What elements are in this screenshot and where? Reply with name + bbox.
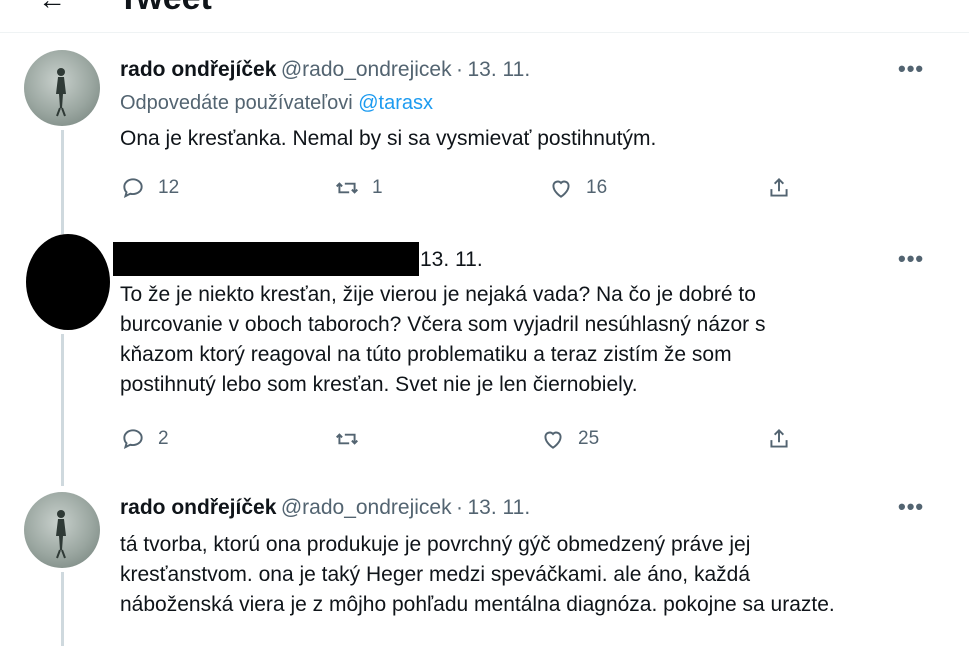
heart-icon: [552, 180, 570, 198]
author-name[interactable]: rado ondřejíček: [120, 58, 276, 81]
replying-handle-link[interactable]: @tarasx: [358, 92, 433, 114]
redaction-bar: [113, 242, 419, 276]
tweet-header: 13. 11.: [420, 248, 483, 272]
retweet-count: 1: [372, 177, 383, 198]
like-count: 16: [586, 177, 608, 198]
tweet-text: To že je niekto kresťan, žije vierou je …: [120, 280, 940, 400]
replying-prefix: Odpovedáte používateľovi: [120, 92, 353, 114]
more-options-icon[interactable]: •••: [898, 246, 924, 272]
action-bar: 12 1 16: [120, 175, 820, 205]
tweet-date[interactable]: 13. 11.: [468, 58, 531, 81]
action-bar: 2 25: [120, 426, 820, 456]
like-count: 25: [578, 428, 600, 449]
share-icon: [770, 428, 788, 448]
share-button[interactable]: [766, 426, 792, 452]
tweet-header: rado ondřejíček @rado_ondrejicek · 13. 1…: [120, 58, 530, 82]
more-options-icon[interactable]: •••: [898, 494, 924, 520]
tweet-1[interactable]: rado ondřejíček @rado_ondrejicek · 13. 1…: [0, 44, 969, 234]
text-line: postihnutý lebo som kresťan. Svet nie je…: [120, 373, 638, 396]
avatar[interactable]: [24, 50, 100, 126]
thread-line: [61, 334, 64, 486]
arrow-left-icon[interactable]: ←: [38, 0, 66, 16]
reply-count: 12: [158, 177, 180, 198]
separator: ·: [456, 496, 464, 519]
text-line: kresťanstvom. ona je taký Heger medzi sp…: [120, 563, 751, 586]
thread-line: [61, 572, 64, 646]
share-button[interactable]: [766, 175, 792, 201]
reply-icon: [123, 178, 143, 198]
share-icon: [770, 177, 788, 197]
tweet-3[interactable]: rado ondřejíček @rado_ondrejicek · 13. 1…: [0, 486, 969, 646]
retweet-button[interactable]: 1: [334, 175, 383, 201]
text-line: kňazom ktorý reagoval na túto problemati…: [120, 343, 732, 366]
avatar[interactable]: [24, 492, 100, 568]
tweet-text: tá tvorba, ktorú ona produkuje je povrch…: [120, 530, 940, 620]
author-name[interactable]: rado ondřejíček: [120, 496, 276, 519]
retweet-button[interactable]: [334, 426, 372, 452]
reply-button[interactable]: 12: [120, 175, 179, 201]
separator: ·: [456, 58, 464, 81]
reply-count: 2: [158, 428, 169, 449]
heart-icon: [544, 431, 562, 449]
text-line: náboženská viera je z môjho pohľadu ment…: [120, 593, 835, 616]
tweet-2[interactable]: 13. 11. ••• To že je niekto kresťan, žij…: [0, 234, 969, 486]
retweet-icon: [336, 182, 358, 194]
tweet-date[interactable]: 13. 11.: [468, 496, 531, 519]
reply-icon: [123, 429, 143, 449]
author-handle[interactable]: @rado_ondrejicek: [281, 496, 452, 519]
like-button[interactable]: 16: [548, 175, 607, 201]
like-button[interactable]: 25: [540, 426, 599, 452]
tweet-header: rado ondřejíček @rado_ondrejicek · 13. 1…: [120, 496, 530, 520]
top-header: ← Tweet: [0, 0, 969, 33]
tweet-text: Ona je kresťanka. Nemal by si sa vysmiev…: [120, 127, 657, 150]
person-silhouette-icon: [56, 68, 66, 117]
text-line: tá tvorba, ktorú ona produkuje je povrch…: [120, 533, 751, 556]
avatar-redacted[interactable]: [26, 234, 110, 330]
thread-line: [61, 130, 64, 234]
replying-to: Odpovedáte používateľovi @tarasx: [120, 92, 433, 115]
retweet-icon: [336, 433, 358, 445]
text-line: burcovanie v oboch taboroch? Včera som v…: [120, 313, 766, 336]
text-line: To že je niekto kresťan, žije vierou je …: [120, 283, 756, 306]
author-handle[interactable]: @rado_ondrejicek: [281, 58, 452, 81]
tweet-date[interactable]: 13. 11.: [420, 248, 483, 271]
reply-button[interactable]: 2: [120, 426, 169, 452]
more-options-icon[interactable]: •••: [898, 56, 924, 82]
person-silhouette-icon: [56, 510, 66, 559]
page-title: Tweet: [118, 0, 212, 18]
